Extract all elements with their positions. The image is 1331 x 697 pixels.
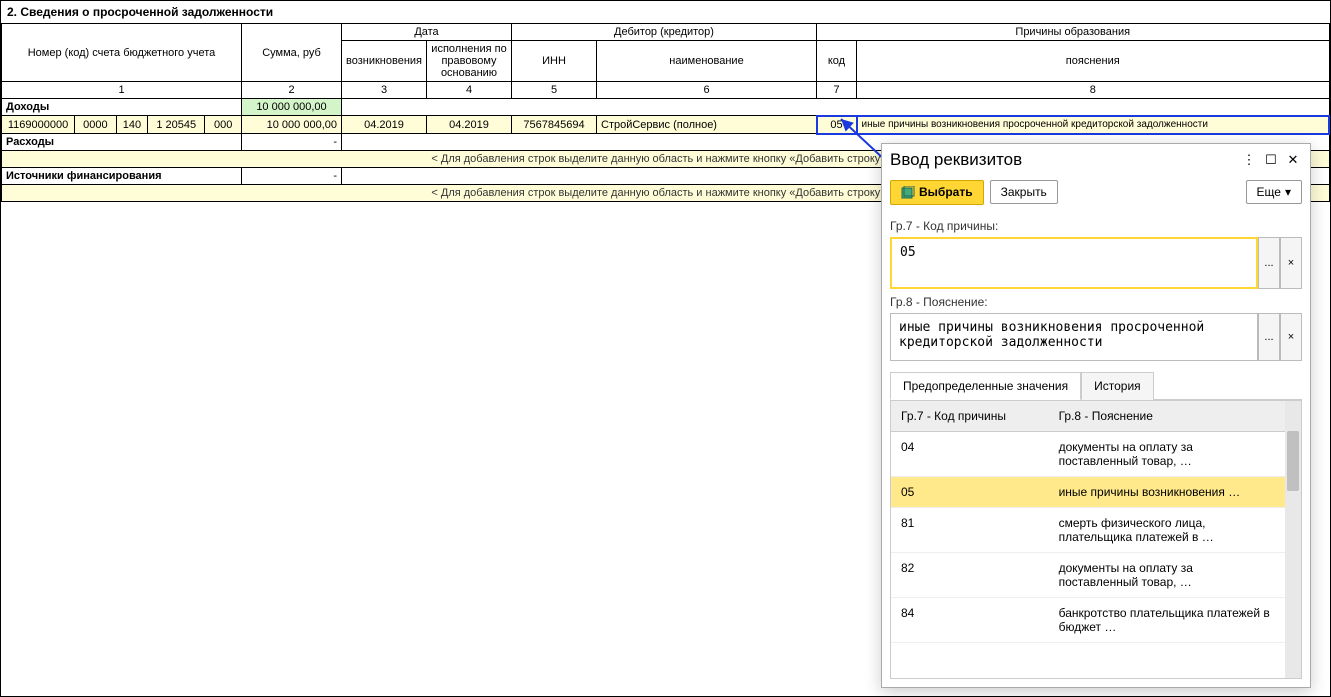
grid-wrap: Гр.7 - Код причины Гр.8 - Пояснение 04 д… <box>890 400 1302 679</box>
field1-wrap: 05 ... × <box>890 237 1302 289</box>
grid-row[interactable]: 82 документы на оплату за поставленный т… <box>891 552 1285 597</box>
cell-acct2[interactable]: 0000 <box>75 116 117 134</box>
income-label: Доходы <box>2 99 242 116</box>
chevron-down-icon: ▾ <box>1285 185 1291 199</box>
grid-desc: смерть физического лица, плательщика пла… <box>1049 507 1285 552</box>
header-debtor-name: наименование <box>597 41 817 82</box>
dialog-title: Ввод реквизитов <box>890 150 1236 170</box>
field1-label: Гр.7 - Код причины: <box>890 219 1302 233</box>
expense-label: Расходы <box>2 134 242 151</box>
grid-code: 04 <box>891 431 1049 476</box>
header-acct: Номер (код) счета бюджетного учета <box>2 24 242 82</box>
header-n4: 4 <box>427 82 512 99</box>
grid-row[interactable]: 81 смерть физического лица, плательщика … <box>891 507 1285 552</box>
select-button[interactable]: Выбрать <box>890 180 984 205</box>
cell-acct5[interactable]: 000 <box>205 116 242 134</box>
expense-total: - <box>242 134 342 151</box>
select-icon <box>901 186 915 200</box>
grid-code: 82 <box>891 552 1049 597</box>
cell-inn[interactable]: 7567845694 <box>512 116 597 134</box>
header-date-origin: возникновения <box>342 41 427 82</box>
explanation-input[interactable]: иные причины возникновения просроченной … <box>890 313 1258 361</box>
more-button[interactable]: Еще ▾ <box>1246 180 1302 204</box>
more-options-icon[interactable]: ⋮ <box>1240 151 1258 169</box>
header-n8: 8 <box>857 82 1330 99</box>
header-n7: 7 <box>817 82 857 99</box>
header-date-exec: исполнения по правовому основанию <box>427 41 512 82</box>
grid-row[interactable]: 04 документы на оплату за поставленный т… <box>891 431 1285 476</box>
grid-code: 05 <box>891 476 1049 507</box>
header-inn: ИНН <box>512 41 597 82</box>
dialog-requisites: Ввод реквизитов ⋮ ☐ ✕ Выбрать Закрыть Ещ… <box>881 143 1311 688</box>
grid-row[interactable]: 84 банкротство плательщика платежей в бю… <box>891 597 1285 642</box>
header-n5: 5 <box>512 82 597 99</box>
field1-clear-button[interactable]: × <box>1280 237 1302 289</box>
tab-predefined[interactable]: Предопределенные значения <box>890 372 1081 400</box>
close-icon[interactable]: ✕ <box>1284 151 1302 169</box>
data-row[interactable]: 1169000000 0000 140 1 20545 000 10 000 0… <box>2 116 1330 134</box>
scrollbar-thumb[interactable] <box>1287 431 1299 491</box>
tabs: Предопределенные значения История <box>890 371 1302 400</box>
field2-clear-button[interactable]: × <box>1280 313 1302 361</box>
sources-label: Источники финансирования <box>2 168 242 185</box>
header-n2: 2 <box>242 82 342 99</box>
cell-date2[interactable]: 04.2019 <box>427 116 512 134</box>
reason-code-input[interactable]: 05 <box>890 237 1258 289</box>
grid-desc: документы на оплату за поставленный това… <box>1049 431 1285 476</box>
grid-desc: документы на оплату за поставленный това… <box>1049 552 1285 597</box>
header-reason-group: Причины образования <box>817 24 1330 41</box>
header-date-group: Дата <box>342 24 512 41</box>
cell-acct4[interactable]: 1 20545 <box>148 116 205 134</box>
header-n6: 6 <box>597 82 817 99</box>
cell-code[interactable]: 05 <box>817 116 857 134</box>
grid-col-desc[interactable]: Гр.8 - Пояснение <box>1049 401 1285 432</box>
row-income[interactable]: Доходы 10 000 000,00 <box>2 99 1330 116</box>
field1-lookup-button[interactable]: ... <box>1258 237 1280 289</box>
header-debtor-group: Дебитор (кредитор) <box>512 24 817 41</box>
grid-code: 84 <box>891 597 1049 642</box>
sources-total: - <box>242 168 342 185</box>
header-row-1: Номер (код) счета бюджетного учета Сумма… <box>2 24 1330 41</box>
tab-history[interactable]: История <box>1081 372 1154 400</box>
header-n3: 3 <box>342 82 427 99</box>
values-grid[interactable]: Гр.7 - Код причины Гр.8 - Пояснение 04 д… <box>891 401 1285 678</box>
grid-row[interactable]: 05 иные причины возникновения … <box>891 476 1285 507</box>
income-total: 10 000 000,00 <box>242 99 342 116</box>
close-button[interactable]: Закрыть <box>990 180 1058 204</box>
cell-acct1[interactable]: 1169000000 <box>2 116 75 134</box>
dialog-body: Гр.7 - Код причины: 05 ... × Гр.8 - Пояс… <box>882 213 1310 687</box>
main-container: 2. Сведения о просроченной задолженности… <box>0 0 1331 697</box>
header-n1: 1 <box>2 82 242 99</box>
cell-debtor[interactable]: СтройСервис (полное) <box>597 116 817 134</box>
header-code: код <box>817 41 857 82</box>
field2-wrap: иные причины возникновения просроченной … <box>890 313 1302 361</box>
field2-lookup-button[interactable]: ... <box>1258 313 1280 361</box>
dialog-toolbar: Выбрать Закрыть Еще ▾ <box>882 176 1310 213</box>
cell-date1[interactable]: 04.2019 <box>342 116 427 134</box>
section-title: 2. Сведения о просроченной задолженности <box>1 1 1330 23</box>
grid-code: 81 <box>891 507 1049 552</box>
grid-header: Гр.7 - Код причины Гр.8 - Пояснение <box>891 401 1285 432</box>
grid-desc: банкротство плательщика платежей в бюдже… <box>1049 597 1285 642</box>
cell-acct3[interactable]: 140 <box>116 116 147 134</box>
header-row-numbers: 1 2 3 4 5 6 7 8 <box>2 82 1330 99</box>
grid-scrollbar[interactable] <box>1285 401 1301 678</box>
header-explain: пояснения <box>857 41 1330 82</box>
cell-explain[interactable]: иные причины возникновения просроченной … <box>857 116 1330 134</box>
field2-label: Гр.8 - Пояснение: <box>890 295 1302 309</box>
header-sum: Сумма, руб <box>242 24 342 82</box>
grid-desc: иные причины возникновения … <box>1049 476 1285 507</box>
grid-col-code[interactable]: Гр.7 - Код причины <box>891 401 1049 432</box>
maximize-icon[interactable]: ☐ <box>1262 151 1280 169</box>
cell-sum[interactable]: 10 000 000,00 <box>242 116 342 134</box>
dialog-titlebar: Ввод реквизитов ⋮ ☐ ✕ <box>882 144 1310 176</box>
